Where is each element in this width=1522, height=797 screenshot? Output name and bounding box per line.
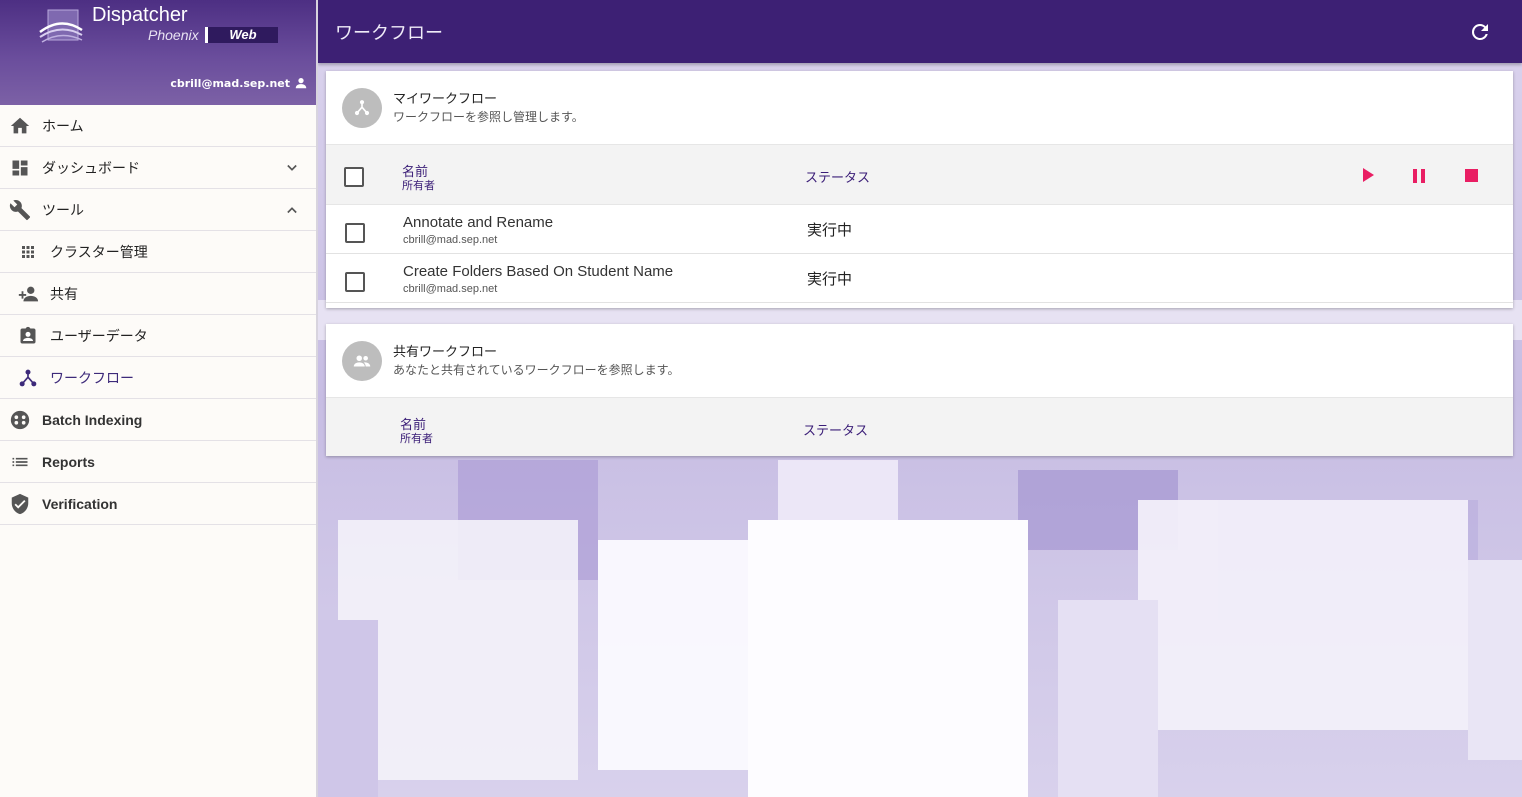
select-all-checkbox[interactable]	[344, 167, 364, 187]
workflow-owner: cbrill@mad.sep.net	[403, 234, 498, 246]
assignment-ind-icon	[17, 325, 39, 347]
user-account[interactable]: cbrill@mad.sep.net	[170, 76, 308, 90]
sidebar-item-dashboard[interactable]: ダッシュボード	[0, 147, 316, 189]
shared-table-header: 名前 所有者 ステータス	[326, 398, 1513, 456]
sidebar-item-user-data[interactable]: ユーザーデータ	[0, 315, 316, 357]
sidebar-item-reports[interactable]: Reports	[0, 441, 316, 483]
column-status-header[interactable]: ステータス	[805, 167, 870, 186]
dashboard-icon	[9, 157, 31, 179]
play-icon[interactable]	[1360, 167, 1376, 183]
refresh-icon[interactable]	[1468, 20, 1492, 44]
column-owner-header[interactable]: 所有者	[400, 430, 433, 446]
user-email: cbrill@mad.sep.net	[170, 76, 290, 90]
list-icon	[9, 451, 31, 473]
shared-workflows-subtitle: あなたと共有されているワークフローを参照します。	[393, 363, 680, 377]
shared-workflows-header: 共有ワークフロー あなたと共有されているワークフローを参照します。	[326, 324, 1513, 398]
stop-icon[interactable]	[1465, 169, 1478, 182]
people-icon	[353, 355, 371, 367]
workflow-status: 実行中	[807, 270, 853, 288]
pause-icon[interactable]	[1412, 168, 1426, 184]
sidebar-item-batch-indexing[interactable]: Batch Indexing	[0, 399, 316, 441]
sidebar-item-home[interactable]: ホーム	[0, 105, 316, 147]
app-title: Dispatcher	[92, 4, 188, 26]
my-workflows-header: マイワークフロー ワークフローを参照し管理します。	[326, 71, 1513, 145]
person-icon	[295, 78, 307, 89]
sidebar: Dispatcher Phoenix Web cbrill@mad.sep.ne…	[0, 0, 318, 797]
workflow-owner: cbrill@mad.sep.net	[403, 283, 498, 295]
sidebar-item-label: クラスター管理	[50, 244, 148, 261]
workflow-status: 実行中	[807, 221, 853, 239]
main-content: ワークフロー マイワークフロー ワークフローを参照し管理します。 名前 所有者 …	[318, 0, 1522, 797]
chevron-up-icon[interactable]	[282, 200, 302, 220]
home-icon	[9, 115, 31, 137]
my-workflows-subtitle: ワークフローを参照し管理します。	[393, 110, 584, 124]
shared-workflows-title: 共有ワークフロー	[393, 345, 498, 360]
table-row[interactable]: Create Folders Based On Student Name cbr…	[326, 254, 1513, 303]
app-subtitle: Phoenix	[148, 27, 199, 43]
sidebar-item-label: ユーザーデータ	[50, 328, 148, 345]
chevron-down-icon[interactable]	[282, 158, 302, 178]
sidebar-item-label: ホーム	[42, 118, 84, 135]
sidebar-item-label: ワークフロー	[50, 370, 134, 387]
sidebar-item-tools[interactable]: ツール	[0, 189, 316, 231]
workflow-icon	[17, 367, 39, 389]
sidebar-item-label: Batch Indexing	[42, 411, 143, 428]
workflow-icon	[354, 100, 370, 116]
sidebar-item-label: Verification	[42, 495, 118, 512]
app-header: ワークフロー	[318, 0, 1522, 63]
workflow-name: Annotate and Rename	[403, 214, 554, 231]
workflow-avatar	[342, 88, 382, 128]
column-owner-header[interactable]: 所有者	[402, 177, 435, 193]
grid-icon	[17, 241, 39, 263]
dispatcher-logo-icon	[39, 9, 83, 43]
table-row[interactable]: Annotate and Rename cbrill@mad.sep.net 実…	[326, 205, 1513, 254]
sidebar-item-sharing[interactable]: 共有	[0, 273, 316, 315]
sidebar-item-verification[interactable]: Verification	[0, 483, 316, 525]
row-checkbox[interactable]	[345, 272, 365, 292]
table-header: 名前 所有者 ステータス	[326, 145, 1513, 205]
wrench-icon	[9, 199, 31, 221]
sidebar-item-label: Reports	[42, 453, 95, 470]
my-workflows-card: マイワークフロー ワークフローを参照し管理します。 名前 所有者 ステータス A…	[326, 71, 1513, 308]
row-checkbox[interactable]	[345, 223, 365, 243]
sidebar-item-label: ツール	[42, 202, 84, 219]
shared-workflows-card: 共有ワークフロー あなたと共有されているワークフローを参照します。 名前 所有者…	[326, 324, 1513, 456]
person-add-icon	[17, 283, 39, 305]
my-workflows-title: マイワークフロー	[393, 92, 498, 107]
batch-icon	[9, 409, 31, 431]
sidebar-item-cluster-management[interactable]: クラスター管理	[0, 231, 316, 273]
sidebar-item-workflow[interactable]: ワークフロー	[0, 357, 316, 399]
app-edition: Web	[205, 27, 278, 43]
sidebar-item-label: 共有	[50, 286, 78, 303]
column-status-header[interactable]: ステータス	[803, 420, 868, 439]
sidebar-header: Dispatcher Phoenix Web cbrill@mad.sep.ne…	[0, 0, 316, 105]
sidebar-item-label: ダッシュボード	[42, 160, 140, 177]
shared-avatar	[342, 341, 382, 381]
workflow-name: Create Folders Based On Student Name	[403, 263, 674, 280]
page-title: ワークフロー	[335, 22, 443, 44]
shield-check-icon	[9, 493, 31, 515]
